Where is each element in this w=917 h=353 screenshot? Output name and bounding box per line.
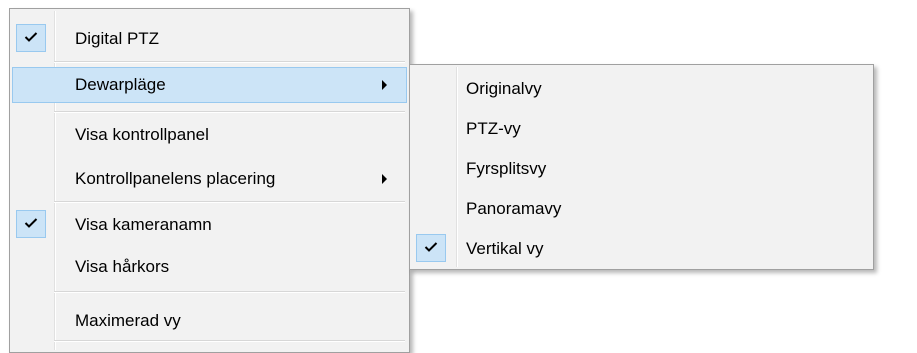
submenu-item-ptz-view[interactable]: PTZ-vy [412, 111, 871, 147]
menu-item-label: Visa kontrollpanel [75, 125, 209, 144]
menu-item-label: Dewarpläge [75, 75, 166, 94]
submenu-arrow-icon [382, 174, 387, 184]
menu-item-dewarp-mode[interactable]: Dewarpläge [12, 67, 407, 103]
menu-separator [54, 340, 405, 342]
submenu-arrow-icon [382, 80, 387, 90]
menu-item-label: Originalvy [466, 79, 542, 98]
submenu-item-original-view[interactable]: Originalvy [412, 71, 871, 107]
context-menu: Digital PTZ Dewarpläge Visa kontrollpane… [9, 8, 410, 353]
menu-item-label: PTZ-vy [466, 119, 521, 138]
check-icon [16, 210, 46, 238]
menu-separator [54, 111, 405, 113]
menu-item-maximized-view[interactable]: Maximerad vy [12, 303, 407, 339]
menu-item-digital-ptz[interactable]: Digital PTZ [12, 21, 407, 57]
menu-item-label: Visa kameranamn [75, 215, 212, 234]
menu-item-label: Maximerad vy [75, 311, 181, 330]
check-icon [416, 234, 446, 262]
menu-item-show-camera-name[interactable]: Visa kameranamn [12, 207, 407, 243]
menu-item-label: Fyrsplitsvy [466, 159, 547, 178]
submenu-item-vertical-view[interactable]: Vertikal vy [412, 231, 871, 267]
menu-item-label: Vertikal vy [466, 239, 544, 258]
dewarp-submenu: Originalvy PTZ-vy Fyrsplitsvy Panoramavy… [409, 64, 874, 270]
menu-item-label: Kontrollpanelens placering [75, 169, 276, 188]
menu-item-show-crosshair[interactable]: Visa hårkors [12, 249, 407, 285]
submenu-item-quad-split-view[interactable]: Fyrsplitsvy [412, 151, 871, 187]
menu-separator [54, 61, 405, 63]
submenu-item-panorama-view[interactable]: Panoramavy [412, 191, 871, 227]
menu-item-label: Panoramavy [466, 199, 562, 218]
menu-item-label: Visa hårkors [75, 257, 170, 276]
menu-separator [54, 201, 405, 203]
menu-item-control-panel-placement[interactable]: Kontrollpanelens placering [12, 161, 407, 197]
menu-item-label: Digital PTZ [75, 29, 160, 48]
check-icon [16, 24, 46, 52]
menu-separator [54, 291, 405, 293]
menu-item-show-control-panel[interactable]: Visa kontrollpanel [12, 117, 407, 153]
